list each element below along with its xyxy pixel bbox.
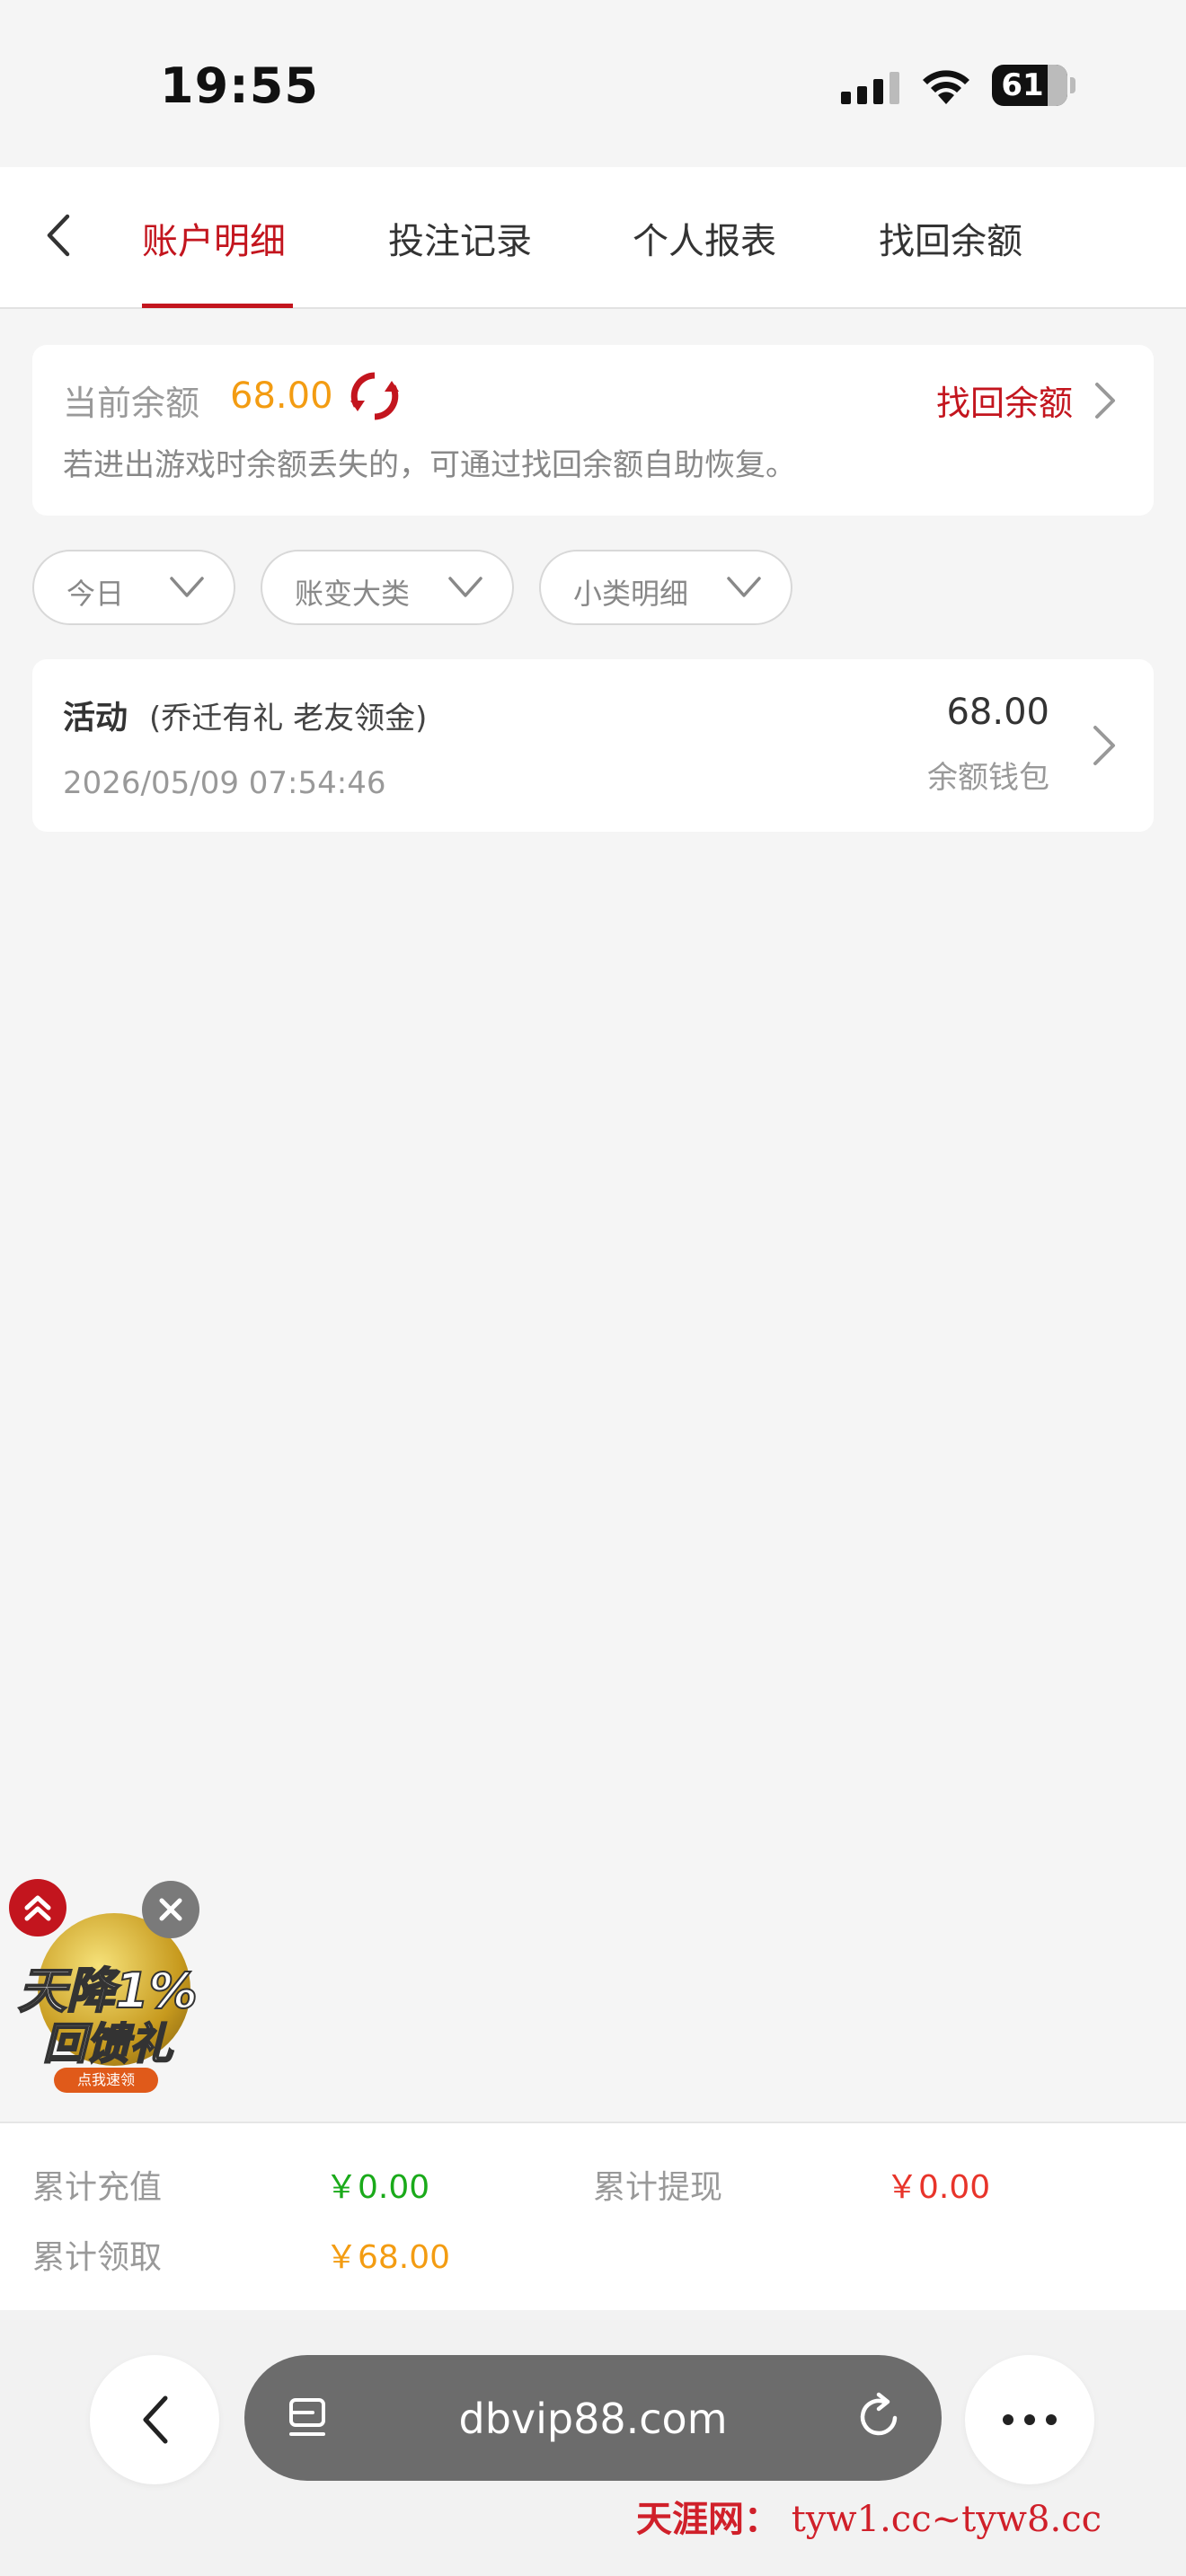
reload-icon[interactable]: [854, 2391, 906, 2443]
chevron-down-icon: [170, 577, 204, 597]
balance-value: 68.00: [230, 375, 333, 417]
status-time: 19:55: [160, 57, 319, 114]
battery-cap: [1070, 77, 1075, 93]
chevron-right-icon[interactable]: [1093, 381, 1118, 420]
balance-card: 当前余额 68.00 找回余额 若进出游戏时余额丢失的，可通过找回余额自助恢复。: [32, 345, 1154, 516]
promo-line2: 回馈礼: [42, 2018, 173, 2070]
promo-float[interactable]: 天降1% 回馈礼 点我速领: [0, 1874, 216, 2093]
record-wallet: 余额钱包: [927, 760, 1049, 796]
recharge-label: 累计充值: [32, 2169, 163, 2206]
battery-icon: 61: [992, 65, 1067, 106]
battery-level: 61: [1001, 67, 1044, 103]
withdraw-value: ￥0.00: [886, 2169, 991, 2206]
chevron-right-icon: [1093, 726, 1115, 765]
recharge-value: ￥0.00: [325, 2169, 430, 2206]
more-dots-icon: [1003, 2414, 1057, 2425]
summary-panel: 累计充值 ￥0.00 累计提现 ￥0.00 累计领取 ￥68.00: [0, 2122, 1186, 2310]
record-time: 2026/05/09 07:54:46: [63, 765, 386, 801]
chevron-left-icon: [47, 214, 70, 257]
filter-category[interactable]: 账变大类: [261, 550, 514, 625]
balance-hint: 若进出游戏时余额丢失的，可通过找回余额自助恢复。: [63, 447, 796, 483]
recover-balance-link[interactable]: 找回余额: [936, 375, 1073, 425]
status-bar: 19:55 61: [0, 0, 1186, 167]
promo-close-button[interactable]: [142, 1881, 199, 1938]
withdraw-label: 累计提现: [593, 2169, 723, 2206]
filter-category-label: 账变大类: [295, 577, 411, 611]
filter-date[interactable]: 今日: [32, 550, 235, 625]
balance-label: 当前余额: [63, 384, 200, 423]
more-button[interactable]: [965, 2355, 1094, 2484]
tab-header: 账户明细 投注记录 个人报表 找回余额: [0, 167, 1186, 309]
address-bar[interactable]: dbvip88.com: [244, 2355, 942, 2481]
close-icon: [159, 1898, 182, 1921]
claim-value: ￥68.00: [325, 2239, 451, 2276]
scroll-top-button[interactable]: [9, 1879, 66, 1936]
watermark: 天涯网： tyw1.cc~tyw8.cc: [636, 2490, 1102, 2542]
tab-personal-report[interactable]: 个人报表: [633, 212, 776, 264]
promo-claim-button[interactable]: 点我速领: [54, 2068, 158, 2093]
chevron-left-icon: [143, 2395, 168, 2444]
record-subtitle: (乔迁有礼 老友领金): [149, 701, 428, 737]
browser-back-button[interactable]: [90, 2355, 219, 2484]
record-amount: 68.00: [946, 692, 1049, 733]
url-text: dbvip88.com: [458, 2395, 728, 2443]
filter-subcategory[interactable]: 小类明细: [539, 550, 792, 625]
chevron-down-icon: [727, 577, 761, 597]
chevron-down-icon: [448, 577, 482, 597]
watermark-urls: tyw1.cc~tyw8.cc: [791, 2499, 1102, 2540]
record-title: 活动: [63, 700, 128, 737]
tab-account-details[interactable]: 账户明细: [142, 212, 286, 264]
active-tab-indicator: [142, 304, 293, 308]
wifi-icon: [923, 70, 969, 104]
list-item[interactable]: 活动 (乔迁有礼 老友领金) 2026/05/09 07:54:46 68.00…: [32, 659, 1154, 832]
back-button[interactable]: [31, 208, 84, 262]
tab-recover-balance[interactable]: 找回余额: [879, 212, 1022, 264]
filter-subcategory-label: 小类明细: [573, 577, 689, 611]
refresh-icon[interactable]: [349, 370, 401, 422]
double-chevron-up-icon: [24, 1895, 51, 1921]
watermark-brand: 天涯网：: [636, 2498, 780, 2540]
tab-bet-records[interactable]: 投注记录: [388, 212, 532, 264]
filter-date-label: 今日: [66, 577, 125, 611]
cellular-signal-icon: [841, 70, 899, 104]
claim-label: 累计领取: [32, 2239, 163, 2276]
